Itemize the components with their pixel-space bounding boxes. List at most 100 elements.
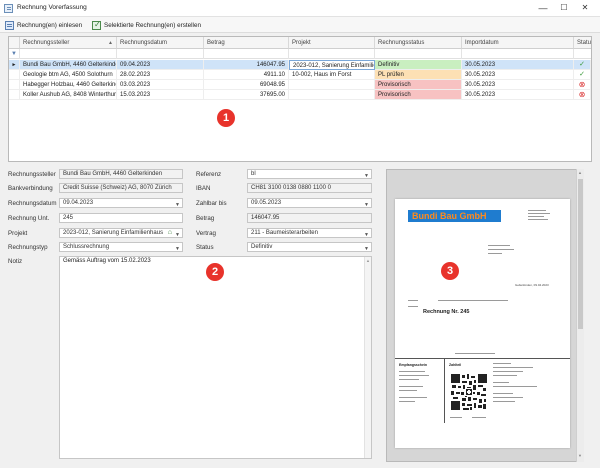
- toolbar: Rechnung(en) einlesen Selektierte Rechnu…: [0, 17, 600, 33]
- column-header-rechnungssteller[interactable]: Rechnungssteller ▲: [20, 37, 117, 49]
- table-row[interactable]: Geologie btm AG, 4500 Solothurn 28.02.20…: [9, 70, 591, 80]
- zahlbar-bis-picker[interactable]: 09.05.2023 ▼: [247, 198, 372, 208]
- notiz-textarea[interactable]: Gemäss Auftrag vom 15.02.2023 ▲: [59, 256, 372, 459]
- chevron-down-icon[interactable]: ▼: [364, 231, 369, 237]
- label-rechnung-unt: Rechnung Unt.: [8, 215, 50, 222]
- cell-betrag[interactable]: 37695.00: [204, 90, 289, 100]
- create-selected-invoices-button[interactable]: Selektierte Rechnung(en) erstellen: [92, 19, 201, 31]
- status-error-icon: ⊗: [574, 80, 591, 90]
- table-row[interactable]: Koller Aushub AG, 8408 Winterthur 15.03.…: [9, 90, 591, 100]
- chevron-down-icon[interactable]: ▼: [175, 231, 180, 237]
- cell-betrag[interactable]: 69048.95: [204, 80, 289, 90]
- scroll-up-icon[interactable]: ▲: [578, 170, 582, 175]
- table-row[interactable]: Habegger Holzbau, 4460 Gelterkinden 03.0…: [9, 80, 591, 90]
- cell-importdatum[interactable]: 30.05.2023: [462, 70, 574, 80]
- sender-address-block: [528, 210, 558, 220]
- projekt-value: 2023-012, Sanierung Einfamilienhaus: [63, 230, 164, 236]
- minimize-button[interactable]: —: [536, 2, 550, 14]
- cell-rechnungsstatus[interactable]: Definitiv: [375, 60, 462, 70]
- column-header-importdatum[interactable]: Importdatum: [462, 37, 574, 49]
- cell-projekt-editor[interactable]: 2023-012, Sanierung Einfamilienhaus: [289, 60, 375, 70]
- notiz-scrollbar[interactable]: ▲: [364, 257, 371, 458]
- create-invoices-label: Selektierte Rechnung(en) erstellen: [104, 21, 201, 29]
- chevron-down-icon[interactable]: ▼: [364, 201, 369, 207]
- scroll-thumb[interactable]: [578, 179, 583, 329]
- separator-caption: [455, 353, 505, 354]
- projekt-combobox[interactable]: 2023-012, Sanierung Einfamilienhaus ⌂ ▼: [59, 228, 183, 238]
- current-row-indicator-icon: ►: [9, 60, 20, 70]
- app-icon: [4, 4, 13, 13]
- cell-rechnungsdatum[interactable]: 03.03.2023: [117, 80, 204, 90]
- table-row[interactable]: ► Bundi Bau GmbH, 4460 Gelterkinden 09.0…: [9, 60, 591, 70]
- scroll-down-icon[interactable]: ▼: [578, 453, 582, 458]
- cell-rechnungssteller[interactable]: Geologie btm AG, 4500 Solothurn: [20, 70, 117, 80]
- chevron-down-icon[interactable]: ▼: [364, 245, 369, 251]
- cell-rechnungssteller[interactable]: Koller Aushub AG, 8408 Winterthur: [20, 90, 117, 100]
- company-logo-banner: Bundi Bau GmbH: [408, 210, 501, 222]
- cell-importdatum[interactable]: 30.05.2023: [462, 90, 574, 100]
- cell-projekt[interactable]: [289, 90, 375, 100]
- maximize-button[interactable]: ☐: [557, 2, 571, 14]
- preview-scrollbar[interactable]: ▲ ▼: [576, 169, 584, 462]
- import-invoices-label: Rechnung(en) einlesen: [17, 21, 83, 29]
- cell-projekt[interactable]: 10-002, Haus im Forst: [289, 70, 375, 80]
- filter-cell[interactable]: [289, 49, 375, 59]
- filter-cell[interactable]: [375, 49, 462, 59]
- column-header-rechnungsdatum[interactable]: Rechnungsdatum: [117, 37, 204, 49]
- filter-cell[interactable]: [117, 49, 204, 59]
- referenz-select[interactable]: bl ▼: [247, 169, 372, 179]
- column-header-status[interactable]: Status: [574, 37, 591, 49]
- cell-rechnungsstatus[interactable]: PL prüfen: [375, 70, 462, 80]
- cell-rechnungsdatum[interactable]: 15.03.2023: [117, 90, 204, 100]
- cell-rechnungsstatus[interactable]: Provisorisch: [375, 80, 462, 90]
- column-header-betrag[interactable]: Betrag: [204, 37, 289, 49]
- cell-betrag[interactable]: 4911.10: [204, 70, 289, 80]
- filter-icon[interactable]: ▼: [9, 49, 20, 59]
- scroll-up-icon[interactable]: ▲: [366, 258, 370, 263]
- vertrag-select[interactable]: 211 - Baumeisterarbeiten ▼: [247, 228, 372, 238]
- chevron-down-icon[interactable]: ▼: [364, 172, 369, 178]
- filter-cell[interactable]: [462, 49, 574, 59]
- cell-importdatum[interactable]: 30.05.2023: [462, 80, 574, 90]
- close-button[interactable]: ✕: [578, 2, 592, 14]
- cell-projekt[interactable]: [289, 80, 375, 90]
- cell-rechnungssteller[interactable]: Bundi Bau GmbH, 4460 Gelterkinden: [20, 60, 117, 70]
- invoice-document-page: Bundi Bau GmbH Gelterkinden, 09.04.2023 …: [395, 199, 570, 448]
- referenz-value: bl: [251, 171, 256, 177]
- status-select[interactable]: Definitiv ▼: [247, 242, 372, 252]
- receipt-title: Empfangsschein: [399, 363, 428, 367]
- vertrag-value: 211 - Baumeisterarbeiten: [251, 230, 318, 236]
- label-iban: IBAN: [196, 185, 211, 192]
- filter-cell[interactable]: [574, 49, 591, 59]
- receipt-details: [399, 371, 439, 402]
- column-header-projekt[interactable]: Projekt: [289, 37, 375, 49]
- column-header-rechnungsstatus[interactable]: Rechnungsstatus: [375, 37, 462, 49]
- home-icon[interactable]: ⌂: [168, 229, 172, 237]
- cell-rechnungsdatum[interactable]: 09.04.2023: [117, 60, 204, 70]
- import-invoices-button[interactable]: Rechnung(en) einlesen: [5, 19, 82, 31]
- invoice-grid: Rechnungssteller ▲ Rechnungsdatum Betrag…: [8, 36, 592, 162]
- label-bankverbindung: Bankverbindung: [8, 185, 53, 192]
- chevron-down-icon[interactable]: ▼: [175, 245, 180, 251]
- cell-rechnungsstatus[interactable]: Provisorisch: [375, 90, 462, 100]
- marker-1: 1: [217, 109, 235, 127]
- cell-rechnungsdatum[interactable]: 28.02.2023: [117, 70, 204, 80]
- rechnungstyp-select[interactable]: Schlussrechnung ▼: [59, 242, 183, 252]
- company-logo-text: Bundi Bau GmbH: [412, 211, 487, 221]
- label-referenz: Referenz: [196, 171, 222, 178]
- import-document-icon: [5, 20, 14, 30]
- status-value: Definitiv: [251, 244, 273, 250]
- column-header-label: Rechnungssteller: [23, 40, 70, 46]
- row-indicator: [9, 90, 20, 100]
- filter-cell[interactable]: [20, 49, 117, 59]
- receipt-divider: [444, 358, 445, 423]
- cell-importdatum[interactable]: 30.05.2023: [462, 60, 574, 70]
- rechnung-unt-input[interactable]: 245: [59, 213, 183, 223]
- chevron-down-icon[interactable]: ▼: [175, 201, 180, 207]
- cell-rechnungssteller[interactable]: Habegger Holzbau, 4460 Gelterkinden: [20, 80, 117, 90]
- notiz-text: Gemäss Auftrag vom 15.02.2023: [63, 258, 151, 264]
- filter-cell[interactable]: [204, 49, 289, 59]
- payment-part-title: Zahlteil: [449, 363, 462, 367]
- cell-betrag[interactable]: 146047.95: [204, 60, 289, 70]
- rechnungsdatum-picker[interactable]: 09.04.2023 ▼: [59, 198, 183, 208]
